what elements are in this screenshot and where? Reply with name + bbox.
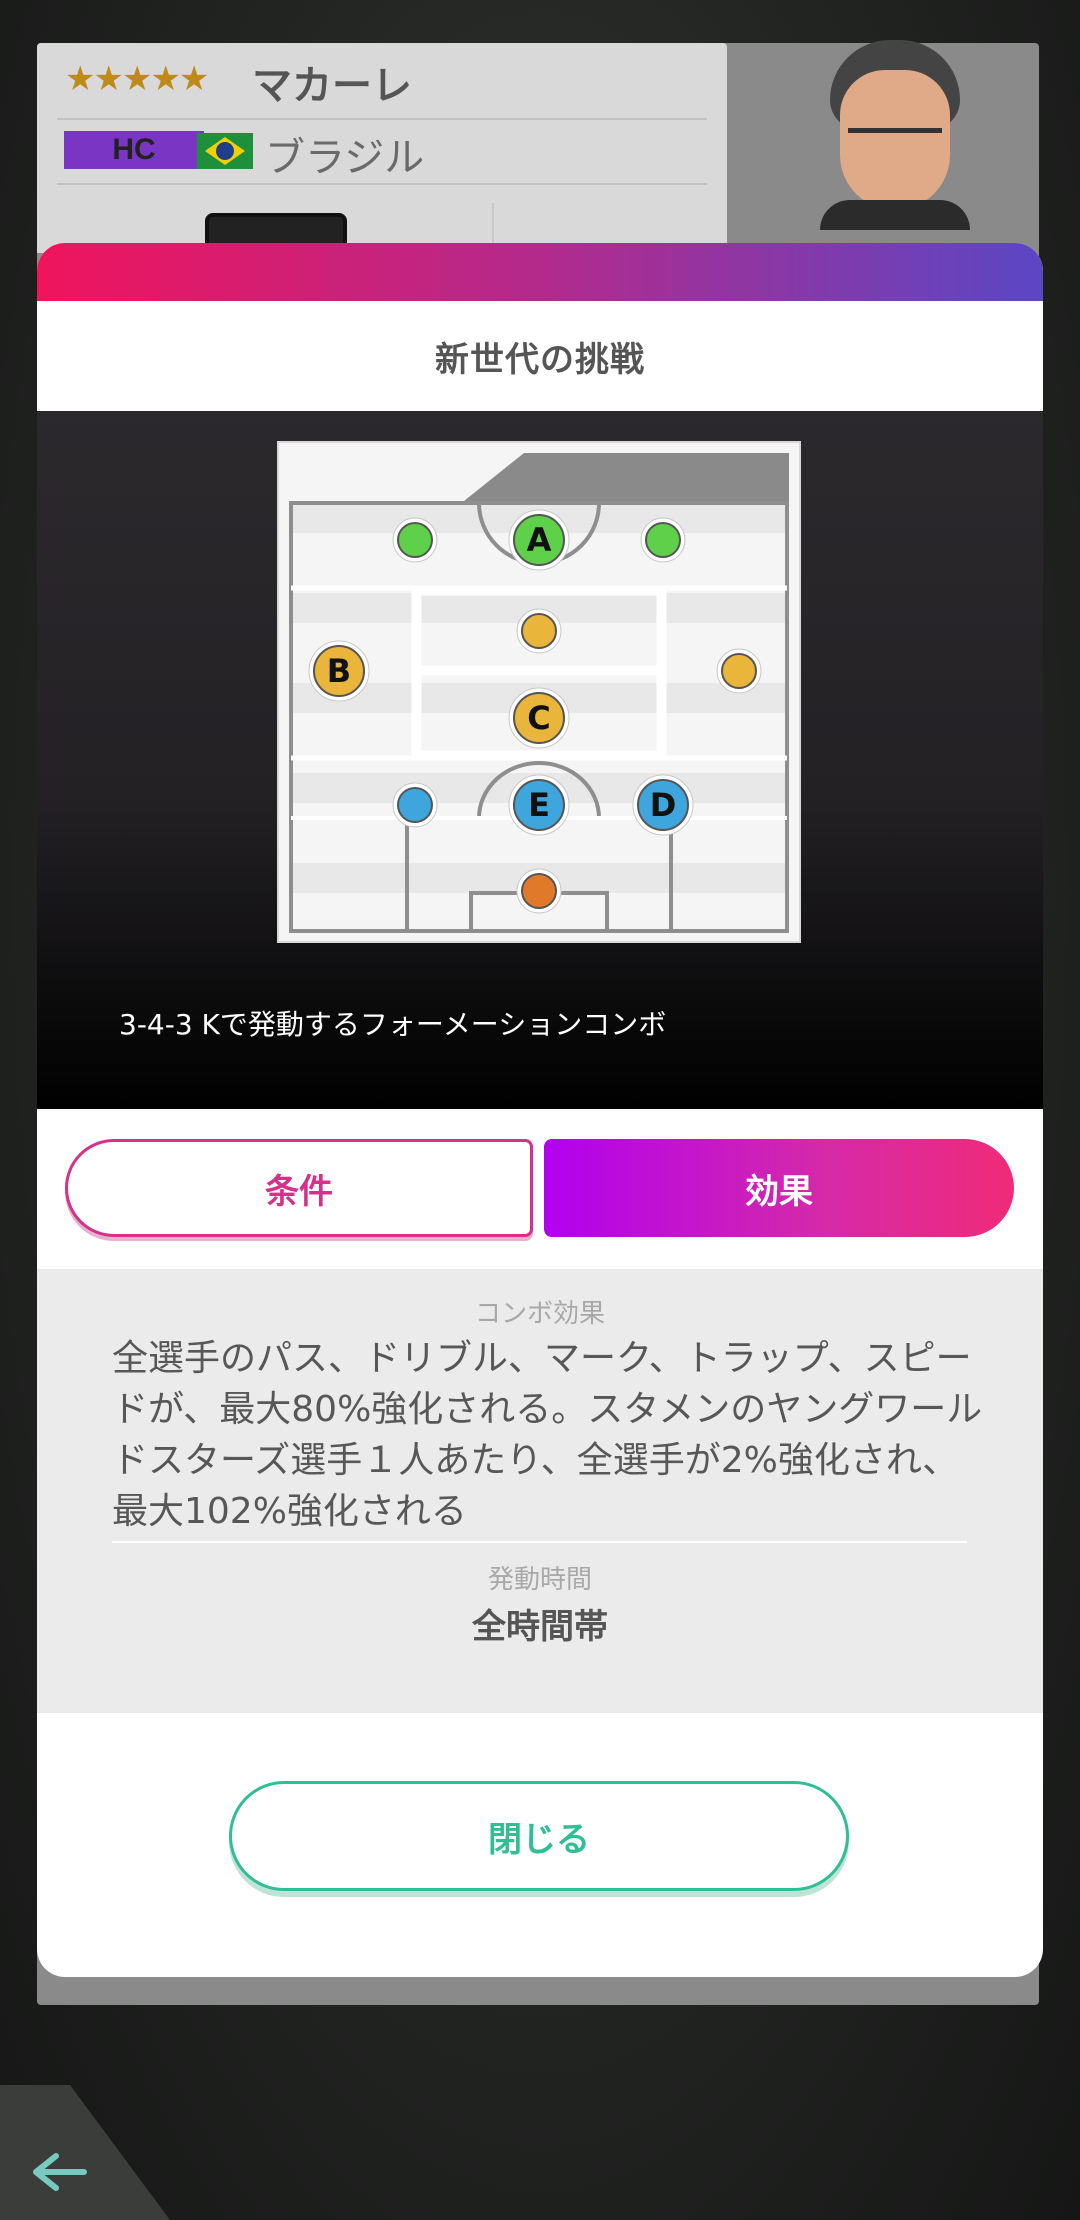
brazil-flag-icon [197,133,253,169]
formation-pitch: A B C E D [277,441,801,943]
formation-caption: 3-4-3 Kで発動するフォーメーションコンボ [119,1008,667,1041]
formation-slot [716,648,762,694]
formation-slot [516,868,562,914]
divider [57,118,707,120]
coach-name: マカーレ [252,63,412,109]
formation-slot [392,782,438,828]
formation-slot-label: D [650,786,677,824]
formation-panel: A B C E D 3-4-3 Kで発動するフォーメーションコンボ [37,411,1043,1109]
coach-country: ブラジル [265,135,425,181]
formation-slot-b: B [308,640,370,702]
formation-slot-label: C [527,699,550,737]
divider [57,183,707,185]
formation-slot [392,517,438,563]
dialog-header-bar [37,243,1043,301]
tab-condition[interactable]: 条件 [65,1139,533,1237]
rarity-stars: ★★★★★ [65,59,209,99]
dialog-title: 新世代の挑戦 [435,339,645,380]
coach-card-header: ★★★★★ マカーレ HC ブラジル [37,43,727,261]
coach-avatar [820,40,970,230]
pitch-diagram: A B C E D [289,453,789,933]
formation-slot-c: C [508,687,570,749]
role-badge: HC [64,131,204,169]
close-button[interactable]: 閉じる [229,1781,849,1891]
back-arrow-icon[interactable] [28,2152,88,2192]
formation-slot [516,608,562,654]
formation-slot-d: D [632,774,694,836]
tab-bar: 条件 効果 [37,1109,1043,1269]
effect-panel: コンボ効果 全選手のパス、ドリブル、マーク、トラップ、スピードが、最大80%強化… [37,1269,1043,1713]
dialog-footer: 閉じる [37,1713,1043,1977]
formation-slot [640,517,686,563]
tab-effect[interactable]: 効果 [544,1139,1014,1237]
combo-effect-text: 全選手のパス、ドリブル、マーク、トラップ、スピードが、最大80%強化される。スタ… [112,1338,983,1532]
formation-slot-label: B [327,652,351,690]
formation-slot-label: A [527,521,552,559]
formation-slot-a: A [508,509,570,571]
formation-combo-dialog: 新世代の挑戦 A B C E D 3-4-3 Kで発動するフォーメーションコンボ… [37,243,1043,1977]
divider [112,1541,967,1543]
formation-slot-label: E [528,786,550,824]
formation-slot-e: E [508,774,570,836]
combo-effect-label: コンボ効果 [474,1299,605,1329]
activation-time-label: 発動時間 [487,1565,592,1595]
activation-time-value: 全時間帯 [472,1607,608,1647]
